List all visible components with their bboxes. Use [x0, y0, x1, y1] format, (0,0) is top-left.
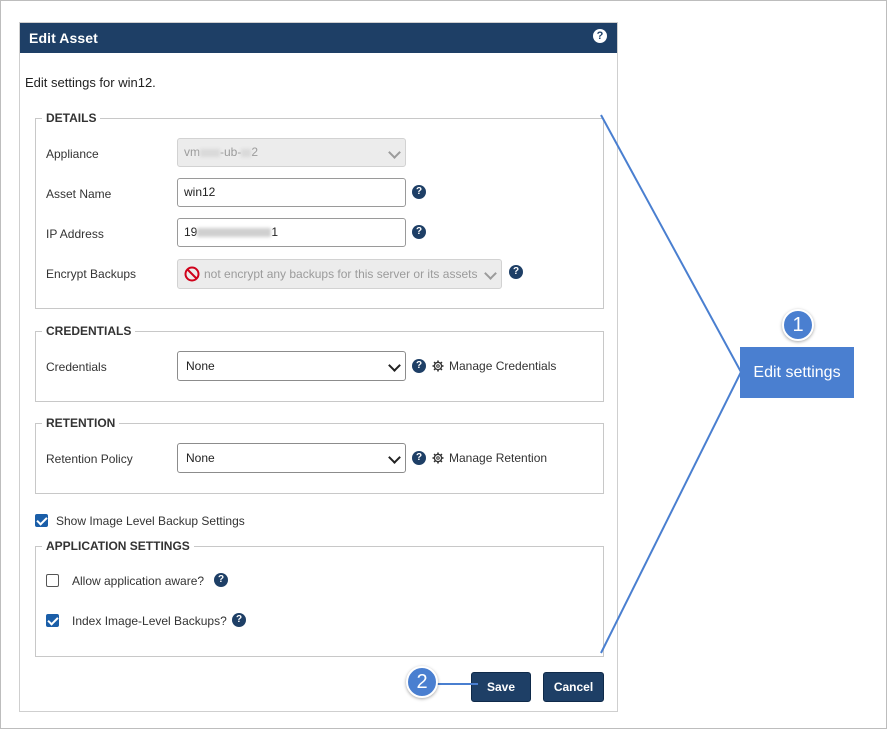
credentials-label: Credentials	[46, 360, 107, 374]
ip-address-help-icon[interactable]: ?	[412, 225, 426, 239]
appliance-label: Appliance	[46, 147, 99, 161]
chevron-down-icon	[388, 451, 401, 464]
ip-value-prefix: 19	[184, 225, 198, 239]
retention-help-icon[interactable]: ?	[412, 451, 426, 465]
index-image-level-checkbox[interactable]	[46, 614, 59, 627]
credentials-value: None	[186, 359, 215, 373]
chevron-down-icon	[388, 146, 401, 159]
allow-app-aware-help-icon[interactable]: ?	[214, 573, 228, 587]
retention-legend: RETENTION	[46, 416, 116, 430]
asset-name-help-icon[interactable]: ?	[412, 185, 426, 199]
chevron-down-icon	[484, 267, 497, 280]
redaction-blur	[197, 228, 272, 238]
gear-icon	[432, 360, 444, 372]
manage-retention-label: Manage Retention	[449, 451, 548, 465]
asset-name-label: Asset Name	[46, 187, 112, 201]
retention-policy-select[interactable]: None	[177, 443, 406, 473]
appliance-value-mid: -ub-	[220, 145, 242, 159]
appliance-select: vm -ub- 2	[177, 138, 406, 167]
encrypt-value: not encrypt any backups for this server …	[204, 267, 478, 281]
retention-policy-label: Retention Policy	[46, 452, 133, 466]
appliance-value-suffix: 2	[251, 145, 259, 159]
index-image-level-label: Index Image-Level Backups?	[72, 614, 227, 628]
allow-app-aware-checkbox[interactable]	[46, 574, 59, 587]
retention-value: None	[186, 451, 215, 465]
dialog-header: Edit Asset ?	[20, 23, 617, 53]
asset-name-input[interactable]: win12	[177, 178, 406, 207]
ip-address-input[interactable]: 19 1	[177, 218, 406, 247]
encrypt-backups-label: Encrypt Backups	[46, 267, 137, 281]
redaction-blur	[200, 148, 220, 157]
gear-icon	[432, 452, 444, 464]
manage-retention-link[interactable]: Manage Retention	[432, 451, 547, 465]
credentials-select[interactable]: None	[177, 351, 406, 381]
show-image-level-checkbox[interactable]	[35, 514, 48, 527]
encrypt-help-icon[interactable]: ?	[509, 265, 523, 279]
manage-credentials-label: Manage Credentials	[449, 359, 557, 373]
intro-text: Edit settings for win12.	[25, 75, 156, 90]
allow-app-aware-label: Allow application aware?	[72, 574, 205, 588]
edit-asset-dialog: Edit Asset ? Edit settings for win12. DE…	[19, 22, 618, 712]
ip-value-suffix: 1	[271, 225, 279, 239]
edit-settings-callout: Edit settings	[740, 347, 854, 398]
redaction-blur	[241, 148, 252, 157]
credentials-help-icon[interactable]: ?	[412, 359, 426, 373]
step-2-badge: 2	[406, 666, 438, 698]
application-settings-section: APPLICATION SETTINGS	[35, 539, 604, 657]
dialog-title: Edit Asset	[29, 30, 98, 46]
chevron-down-icon	[388, 359, 401, 372]
application-settings-legend: APPLICATION SETTINGS	[46, 539, 190, 553]
show-image-level-label: Show Image Level Backup Settings	[56, 514, 245, 528]
details-legend: DETAILS	[46, 111, 97, 125]
save-button[interactable]: Save	[471, 672, 531, 702]
cancel-button[interactable]: Cancel	[543, 672, 604, 702]
ip-address-label: IP Address	[46, 227, 104, 241]
appliance-value-prefix: vm	[184, 145, 200, 159]
manage-credentials-link[interactable]: Manage Credentials	[432, 359, 556, 373]
step-1-badge: 1	[782, 309, 814, 341]
dialog-help-icon[interactable]: ?	[593, 29, 607, 43]
credentials-legend: CREDENTIALS	[46, 324, 132, 338]
index-image-level-help-icon[interactable]: ?	[232, 613, 246, 627]
prohibited-icon	[184, 266, 200, 282]
encrypt-backups-select: not encrypt any backups for this server …	[177, 259, 502, 289]
